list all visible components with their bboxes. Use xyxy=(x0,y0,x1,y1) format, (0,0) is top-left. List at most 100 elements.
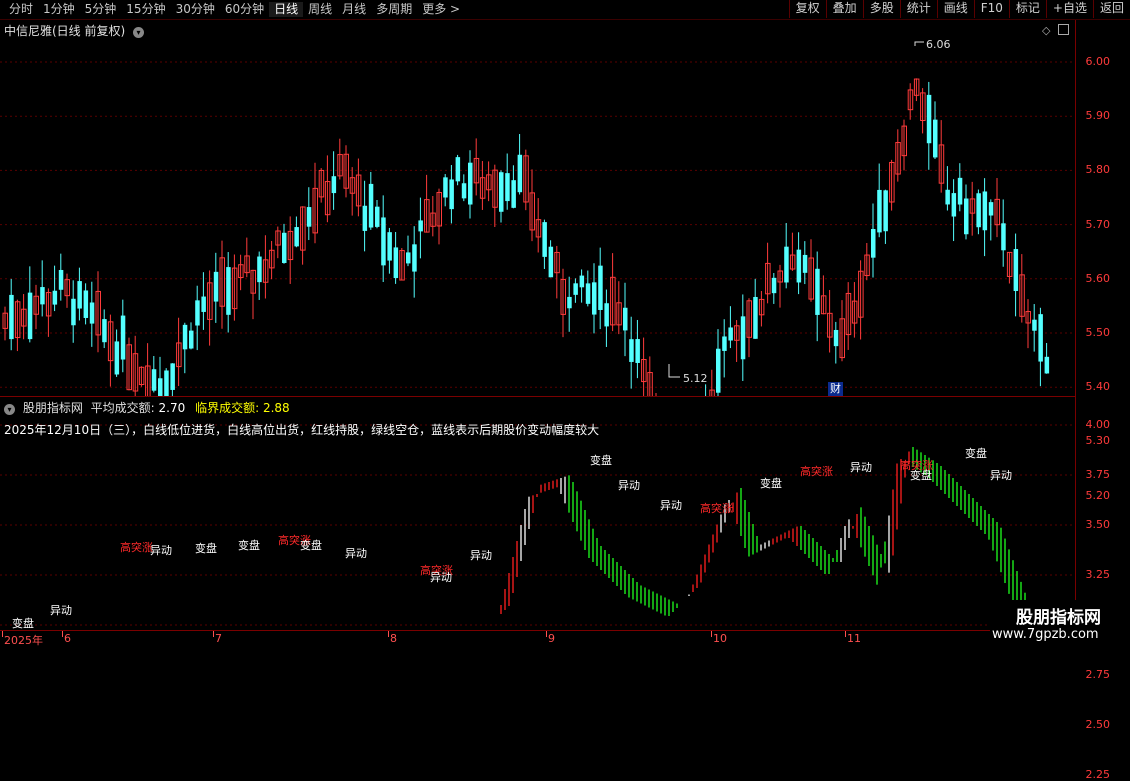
signal-tag: 异动 xyxy=(150,544,172,557)
diamond-icon[interactable]: ◇ xyxy=(1042,24,1050,37)
signal-tag: 变盘 xyxy=(12,617,34,630)
candle-body xyxy=(722,336,727,351)
toolbar-button-6[interactable]: 标记 xyxy=(1008,0,1046,18)
candle-body xyxy=(623,307,628,331)
candle-body xyxy=(1038,314,1043,362)
tab-timeframe-6[interactable]: 日线 xyxy=(269,2,304,17)
candle-body xyxy=(164,370,169,396)
toolbar-button-0[interactable]: 复权 xyxy=(788,0,826,18)
date-axis-label: 2025年 xyxy=(4,634,43,647)
toolbar-button-7[interactable]: +自选 xyxy=(1045,0,1093,18)
candle-body xyxy=(449,179,454,210)
date-axis-tick xyxy=(62,631,63,637)
candle-body xyxy=(9,294,14,340)
date-axis-label: 9 xyxy=(548,632,555,645)
watermark-url: www.7gpzb.com xyxy=(992,627,1099,642)
toolbar-button-4[interactable]: 画线 xyxy=(936,0,974,18)
candle-body xyxy=(362,205,368,231)
candle-body xyxy=(728,327,733,341)
toolbar-button-5[interactable]: F10 xyxy=(973,0,1009,18)
candle-body xyxy=(213,271,219,302)
candle-body xyxy=(573,283,578,295)
toolbar-button-2[interactable]: 多股 xyxy=(862,0,900,18)
price-low-label: 5.12 xyxy=(683,372,708,385)
candlestick-chart[interactable] xyxy=(0,20,1075,396)
candle-body xyxy=(802,254,808,273)
candle-body xyxy=(784,246,789,283)
candle-body xyxy=(982,191,988,231)
date-axis-label: 6 xyxy=(64,632,71,645)
signal-tag: 异动 xyxy=(618,479,640,492)
signal-tag: 异动 xyxy=(660,499,682,512)
date-axis-label: 11 xyxy=(847,632,861,645)
tab-timeframe-7[interactable]: 周线 xyxy=(303,2,337,17)
candle-body xyxy=(716,348,721,393)
signal-tag: 变盘 xyxy=(195,542,217,555)
candle-body xyxy=(89,302,95,324)
tab-timeframe-1[interactable]: 1分钟 xyxy=(38,2,80,17)
price-chart-panel[interactable]: 中信尼雅(日线 前复权) ▾ ◇ 6.06 5.12 财 xyxy=(0,20,1076,397)
finance-badge[interactable]: 财 xyxy=(828,382,843,396)
tab-timeframe-5[interactable]: 60分钟 xyxy=(220,2,269,17)
signal-tag: 异动 xyxy=(345,547,367,560)
price-tick-label: 5.70 xyxy=(1085,217,1111,231)
candle-body xyxy=(976,193,981,228)
indicator-tick-label: 2.50 xyxy=(1085,718,1111,731)
candle-body xyxy=(368,183,374,228)
candle-body xyxy=(375,206,380,227)
candle-body xyxy=(871,228,876,258)
candle-body xyxy=(52,290,58,305)
candle-body xyxy=(740,316,746,360)
tab-timeframe-10[interactable]: 更多 > xyxy=(417,2,465,17)
tab-timeframe-3[interactable]: 15分钟 xyxy=(121,2,170,17)
candle-body xyxy=(753,296,758,339)
candle-body xyxy=(988,202,994,216)
tab-timeframe-2[interactable]: 5分钟 xyxy=(80,2,122,17)
date-axis-label: 8 xyxy=(390,632,397,645)
toolbar-button-3[interactable]: 统计 xyxy=(899,0,937,18)
date-axis-tick xyxy=(546,631,547,637)
price-tick-label: 5.50 xyxy=(1085,326,1111,339)
tab-timeframe-8[interactable]: 月线 xyxy=(337,2,371,17)
candle-body xyxy=(629,339,634,362)
date-axis-tick xyxy=(213,631,214,637)
stock-title[interactable]: 中信尼雅(日线 前复权) ▾ xyxy=(4,22,145,39)
toolbar-button-8[interactable]: 返回 xyxy=(1092,0,1130,18)
signal-tags: 变盘 异动 高突涨 异动 变盘 变盘 高突涨 变盘 异动 异动 变盘 异动 高突涨 异动 高突涨 异动 变盘 高突… xyxy=(0,397,1075,630)
signal-tag: 异动 xyxy=(50,604,72,617)
signal-tag: 异动 xyxy=(850,461,872,474)
candle-body xyxy=(40,287,45,305)
candle-body xyxy=(567,296,572,309)
date-axis-tick xyxy=(711,631,712,637)
candle-body xyxy=(412,244,417,272)
indicator-tick-label: 3.25 xyxy=(1085,568,1111,581)
candle-body xyxy=(83,290,89,318)
candle-body xyxy=(418,220,423,232)
tab-timeframe-0[interactable]: 分时 xyxy=(4,2,38,17)
chevron-down-icon[interactable]: ▾ xyxy=(133,27,145,38)
date-axis-tick xyxy=(845,631,846,637)
indicator-panel[interactable]: ▾ 股朋指标网 平均成交额: 2.70 临界成交额: 2.88 2025年12月… xyxy=(0,397,1076,630)
tab-timeframe-9[interactable]: 多周期 xyxy=(371,2,417,17)
candle-body xyxy=(58,269,64,290)
settings-icon[interactable] xyxy=(1058,24,1069,35)
toolbar-button-1[interactable]: 叠加 xyxy=(825,0,863,18)
price-tick-label: 5.90 xyxy=(1085,109,1111,123)
candle-body xyxy=(151,369,157,391)
signal-tag: 高突涨 xyxy=(120,541,153,554)
candle-body xyxy=(598,265,603,310)
signal-tag: 异动 xyxy=(990,469,1012,482)
price-y-axis: 6.00 5.90 5.80 5.70 5.60 5.50 5.40 5.30 5.20 xyxy=(1076,20,1130,502)
indicator-tick-label: 3.75 xyxy=(1085,468,1111,481)
candle-body xyxy=(511,180,516,208)
candle-body xyxy=(877,189,882,233)
candle-body xyxy=(945,189,950,205)
candle-body xyxy=(1013,249,1019,291)
candle-body xyxy=(201,296,206,312)
date-axis-tick xyxy=(2,631,3,637)
candle-body xyxy=(406,252,411,264)
indicator-tick-label: 3.50 xyxy=(1085,518,1111,531)
price-tick-label: 5.40 xyxy=(1085,380,1111,394)
tab-timeframe-4[interactable]: 30分钟 xyxy=(171,2,220,17)
candle-body xyxy=(635,339,640,363)
